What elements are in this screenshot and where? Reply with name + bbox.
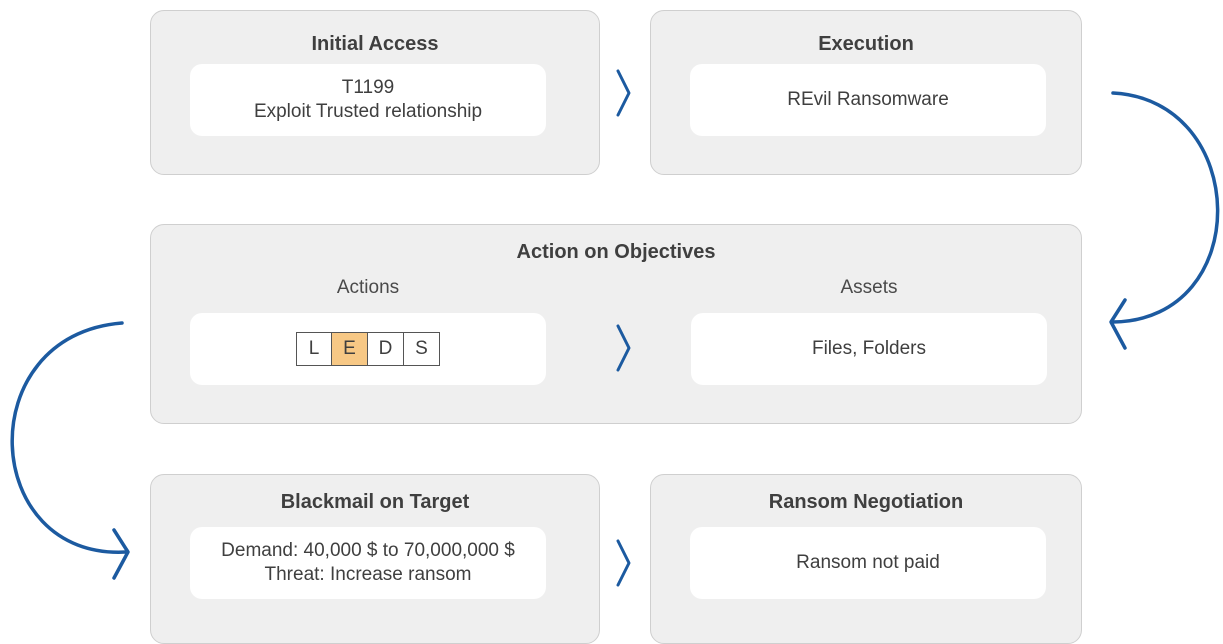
flow-arrows: [10, 91, 1220, 580]
curved-arrow-icon: [1109, 91, 1220, 350]
curved-arrow-icon: [10, 321, 130, 580]
